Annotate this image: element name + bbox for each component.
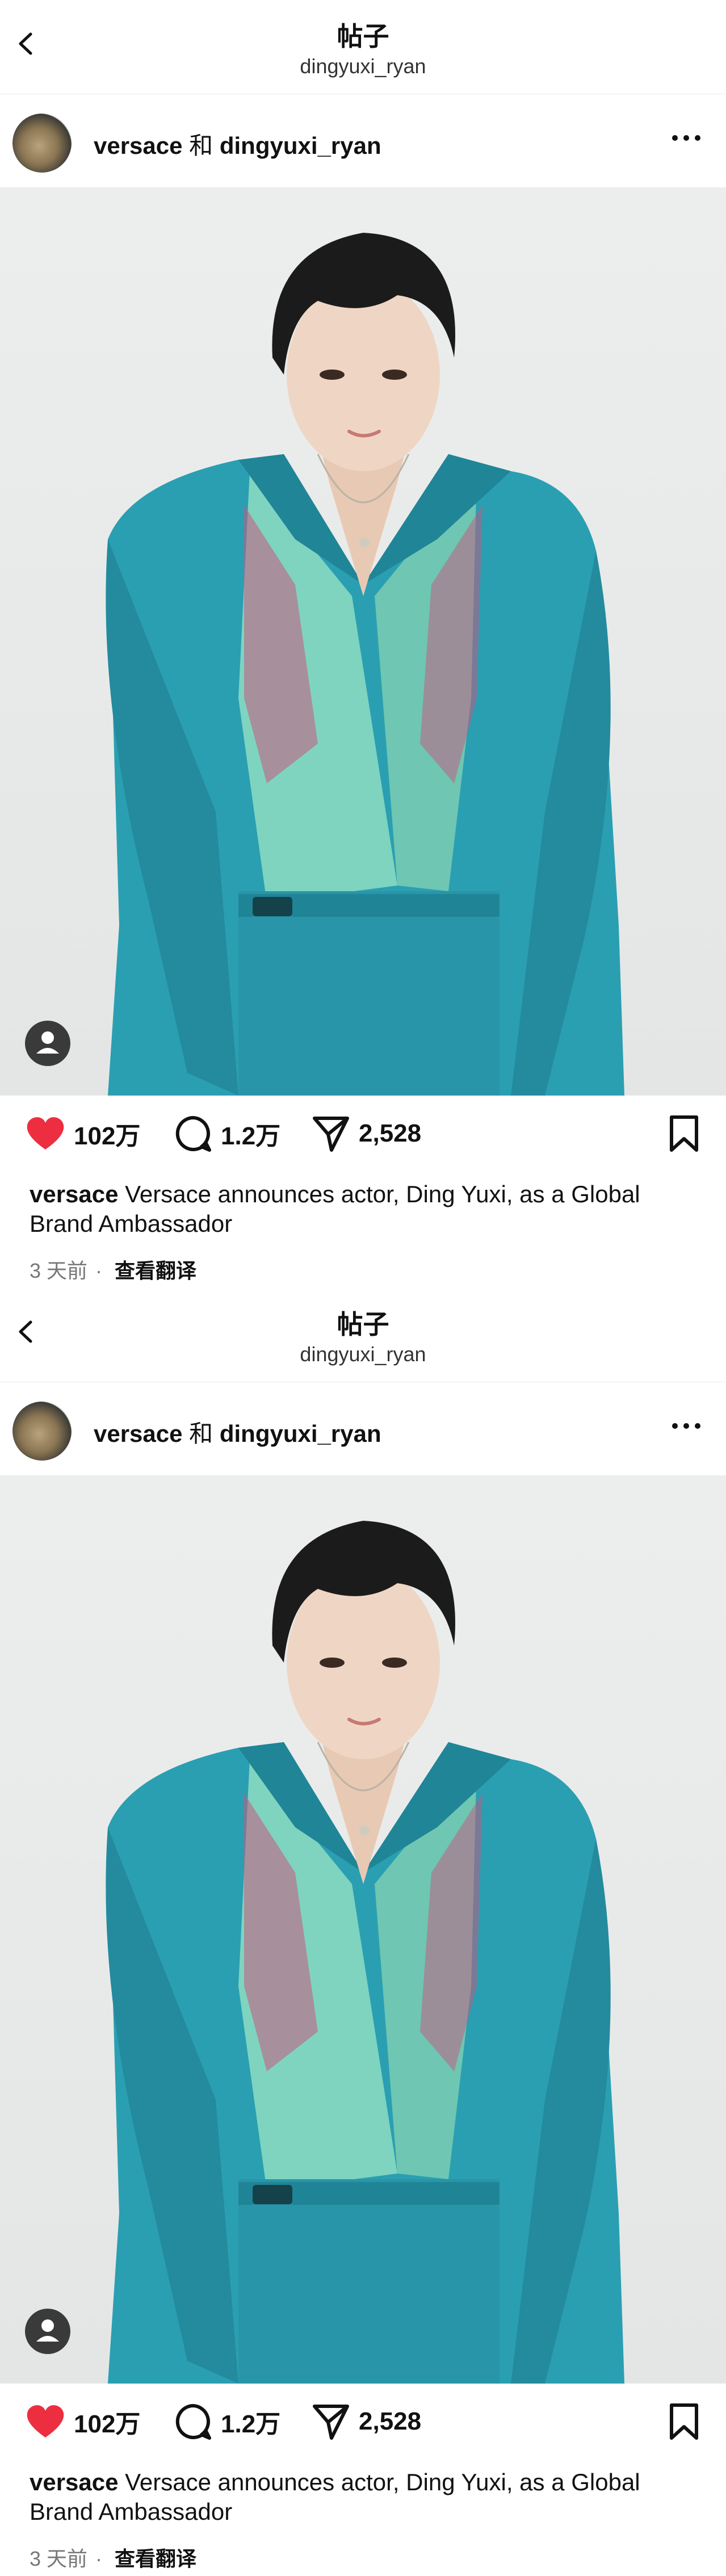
author-collaborator[interactable]: dingyuxi_ryan	[220, 1420, 381, 1447]
author-joiner: 和	[189, 132, 213, 159]
share-button[interactable]: 2,528	[311, 2402, 421, 2441]
post-time: 3 天前	[30, 2547, 88, 2570]
page-title: 帖子	[337, 22, 389, 51]
action-bar: 102万 1.2万 2,528	[0, 1102, 726, 1165]
avatar[interactable]	[12, 1402, 72, 1461]
meta-separator: ·	[95, 1259, 103, 1282]
like-button[interactable]: 102万	[25, 1114, 140, 1153]
user-tag-icon[interactable]	[25, 1021, 70, 1066]
post-photo[interactable]	[0, 1475, 726, 2384]
bookmark-icon[interactable]	[667, 2403, 701, 2440]
portrait-illustration	[106, 1521, 624, 2384]
comments-count: 1.2万	[221, 2410, 281, 2438]
author-row: versace 和 dingyuxi_ryan	[0, 1393, 726, 1470]
caption-username[interactable]: versace	[30, 1181, 119, 1207]
post-card: 帖子 dingyuxi_ryan versace 和 dingyuxi_ryan	[0, 1288, 726, 2576]
action-bar: 102万 1.2万 2,528	[0, 2390, 726, 2453]
caption-username[interactable]: versace	[30, 2469, 119, 2495]
translate-link[interactable]: 查看翻译	[115, 2547, 196, 2570]
author-brand[interactable]: versace	[94, 1420, 183, 1447]
like-button[interactable]: 102万	[25, 2402, 140, 2441]
comment-button[interactable]: 1.2万	[173, 2402, 280, 2441]
comment-button[interactable]: 1.2万	[173, 1114, 280, 1153]
translate-link[interactable]: 查看翻译	[115, 1259, 196, 1282]
post-meta: 3 天前 · 查看翻译	[30, 1255, 196, 1284]
heart-icon[interactable]	[25, 1115, 66, 1152]
likes-count: 102万	[74, 2410, 141, 2438]
author-names[interactable]: versace 和 dingyuxi_ryan	[94, 127, 381, 161]
comment-icon[interactable]	[173, 1114, 213, 1153]
likes-count: 102万	[74, 1122, 141, 1150]
shares-count: 2,528	[359, 2407, 422, 2435]
top-header: 帖子 dingyuxi_ryan	[0, 0, 726, 94]
comment-icon[interactable]	[173, 2402, 213, 2441]
meta-separator: ·	[95, 2547, 103, 2570]
caption-text: Versace announces actor, Ding Yuxi, as a…	[30, 1181, 640, 1237]
avatar[interactable]	[12, 114, 72, 173]
more-dots-icon[interactable]	[669, 127, 703, 149]
author-collaborator[interactable]: dingyuxi_ryan	[220, 132, 381, 159]
page-title: 帖子	[337, 1310, 389, 1339]
top-header: 帖子 dingyuxi_ryan	[0, 1288, 726, 1382]
post-card: 帖子 dingyuxi_ryan versace 和 dingyuxi_ryan	[0, 0, 726, 1288]
author-names[interactable]: versace 和 dingyuxi_ryan	[94, 1415, 381, 1449]
caption: versace Versace announces actor, Ding Yu…	[30, 1180, 705, 1239]
shares-count: 2,528	[359, 1119, 422, 1147]
author-row: versace 和 dingyuxi_ryan	[0, 105, 726, 182]
post-photo[interactable]	[0, 187, 726, 1096]
page-subtitle: dingyuxi_ryan	[300, 54, 426, 78]
page-subtitle: dingyuxi_ryan	[300, 1342, 426, 1366]
more-dots-icon[interactable]	[669, 1415, 703, 1437]
author-brand[interactable]: versace	[94, 132, 183, 159]
share-icon[interactable]	[311, 1114, 351, 1153]
author-joiner: 和	[189, 1420, 213, 1447]
share-icon[interactable]	[311, 2402, 351, 2441]
caption-text: Versace announces actor, Ding Yuxi, as a…	[30, 2469, 640, 2525]
heart-icon[interactable]	[25, 2403, 66, 2440]
bookmark-icon[interactable]	[667, 1115, 701, 1152]
post-meta: 3 天前 · 查看翻译	[30, 2543, 196, 2572]
portrait-illustration	[106, 233, 624, 1096]
comments-count: 1.2万	[221, 1122, 281, 1150]
post-time: 3 天前	[30, 1259, 88, 1282]
share-button[interactable]: 2,528	[311, 1114, 421, 1153]
caption: versace Versace announces actor, Ding Yu…	[30, 2468, 705, 2527]
user-tag-icon[interactable]	[25, 2309, 70, 2354]
